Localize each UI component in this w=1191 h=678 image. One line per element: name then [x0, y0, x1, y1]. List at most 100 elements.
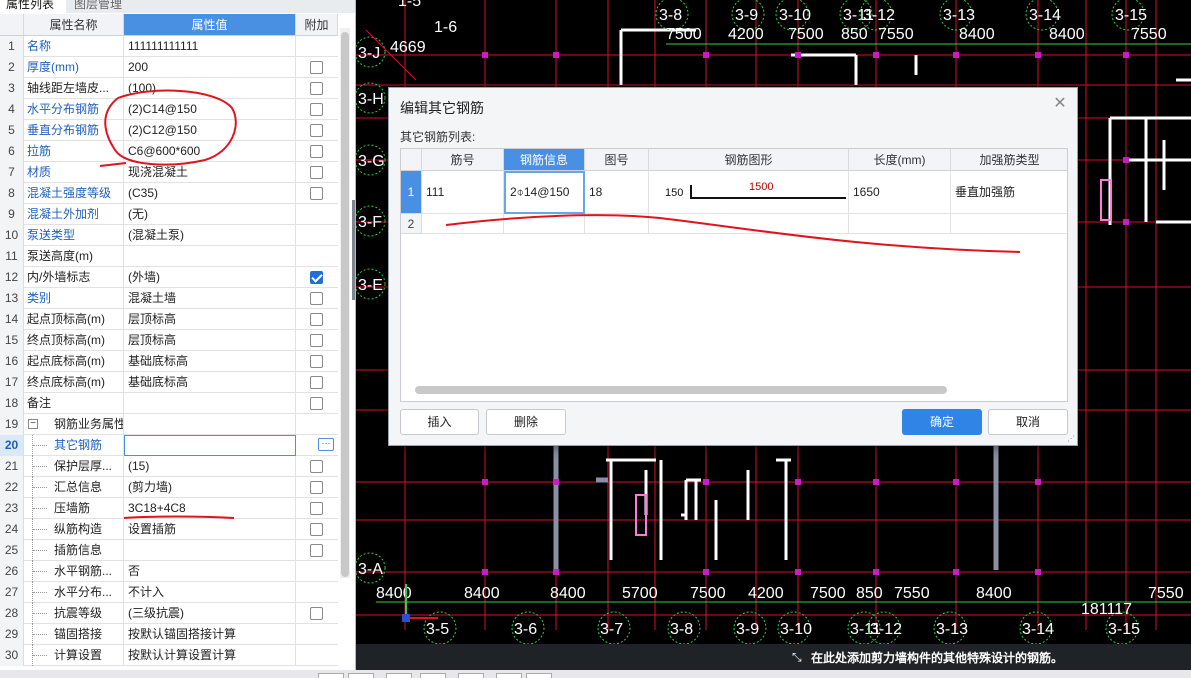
- property-row[interactable]: 16 起点底标高(m) 基础底标高: [0, 351, 338, 372]
- property-value[interactable]: 层顶标高: [124, 309, 296, 330]
- property-value[interactable]: 层顶标高: [124, 330, 296, 351]
- property-row[interactable]: 29 锚固搭接 按默认锚固搭接计算: [0, 624, 338, 645]
- ok-button[interactable]: 确定: [902, 409, 982, 435]
- property-value[interactable]: (15): [124, 456, 296, 477]
- property-value[interactable]: 3C18+4C8: [124, 498, 296, 519]
- toolbar-button[interactable]: [458, 673, 484, 678]
- cell-bar-no[interactable]: [422, 214, 504, 234]
- property-value[interactable]: [124, 246, 296, 267]
- extra-checkbox[interactable]: [310, 523, 323, 536]
- extra-checkbox[interactable]: [310, 481, 323, 494]
- property-row[interactable]: 5 垂直分布钢筋 (2)C12@150: [0, 120, 338, 141]
- cell-length[interactable]: 1650: [849, 171, 951, 214]
- property-value[interactable]: 混凝土墙: [124, 288, 296, 309]
- property-value[interactable]: (2)C14@150: [124, 99, 296, 120]
- panel-scrollbar-thumb[interactable]: [341, 32, 349, 577]
- cell-reinforcement-type[interactable]: 垂直加强筋: [951, 171, 1067, 214]
- cell-reinforcement-type[interactable]: [951, 214, 1067, 234]
- cell-length[interactable]: [849, 214, 951, 234]
- property-row[interactable]: 25 插筋信息: [0, 540, 338, 561]
- property-value[interactable]: 111111111111: [124, 36, 296, 57]
- property-value[interactable]: (剪力墙): [124, 477, 296, 498]
- property-value[interactable]: C6@600*600: [124, 141, 296, 162]
- property-row[interactable]: 11 泵送高度(m): [0, 246, 338, 267]
- property-row[interactable]: 14 起点顶标高(m) 层顶标高: [0, 309, 338, 330]
- extra-checkbox[interactable]: [310, 502, 323, 515]
- property-row[interactable]: 10 泵送类型 (混凝土泵): [0, 225, 338, 246]
- property-value[interactable]: 否: [124, 561, 296, 582]
- property-value[interactable]: 不计入: [124, 582, 296, 603]
- property-row[interactable]: 23 压墙筋 3C18+4C8: [0, 498, 338, 519]
- property-value[interactable]: 设置插筋: [124, 519, 296, 540]
- property-row[interactable]: 27 水平分布... 不计入: [0, 582, 338, 603]
- property-row[interactable]: 8 混凝土强度等级 (C35): [0, 183, 338, 204]
- extra-checkbox[interactable]: [310, 607, 323, 620]
- cell-bar-shape[interactable]: 150 1500: [649, 171, 849, 214]
- close-icon[interactable]: ✕: [1052, 96, 1068, 112]
- property-value[interactable]: (C35): [124, 183, 296, 204]
- tab-property-list[interactable]: 属性列表: [0, 0, 66, 13]
- property-row[interactable]: 7 材质 现浇混凝土: [0, 162, 338, 183]
- property-row[interactable]: 9 混凝土外加剂 (无): [0, 204, 338, 225]
- extra-checkbox[interactable]: [310, 355, 323, 368]
- grid-row-number[interactable]: 1: [401, 171, 422, 214]
- property-row[interactable]: 2 厚度(mm) 200: [0, 57, 338, 78]
- cell-bar-info[interactable]: [504, 214, 585, 234]
- toolbar-button[interactable]: [318, 673, 344, 678]
- grid-row-number[interactable]: 2: [401, 214, 422, 234]
- property-row[interactable]: 20 其它钢筋 ···: [0, 435, 338, 456]
- property-row[interactable]: 18 备注: [0, 393, 338, 414]
- property-value[interactable]: (无): [124, 204, 296, 225]
- extra-checkbox[interactable]: [310, 334, 323, 347]
- extra-checkbox[interactable]: [310, 82, 323, 95]
- property-row[interactable]: 15 终点顶标高(m) 层顶标高: [0, 330, 338, 351]
- resize-grip-icon[interactable]: ⋰: [1067, 435, 1075, 443]
- extra-checkbox[interactable]: [310, 397, 323, 410]
- tab-layer-management[interactable]: 图层管理: [68, 0, 136, 13]
- property-value[interactable]: [124, 393, 296, 414]
- property-row[interactable]: 21 保护层厚... (15): [0, 456, 338, 477]
- extra-checkbox[interactable]: [310, 61, 323, 74]
- property-value[interactable]: (外墙): [124, 267, 296, 288]
- toolbar-button[interactable]: [420, 673, 446, 678]
- property-value[interactable]: 基础底标高: [124, 372, 296, 393]
- toolbar-button[interactable]: [526, 673, 552, 678]
- property-row[interactable]: 3 轴线距左墙皮... (100): [0, 78, 338, 99]
- extra-checkbox[interactable]: [310, 187, 323, 200]
- extra-checkbox[interactable]: [310, 544, 323, 557]
- property-row[interactable]: 28 抗震等级 (三级抗震): [0, 603, 338, 624]
- insert-button[interactable]: 插入: [400, 409, 479, 435]
- toolbar-button[interactable]: [386, 673, 412, 678]
- extra-checkbox[interactable]: [310, 124, 323, 137]
- panel-scrollbar[interactable]: [340, 28, 350, 578]
- extra-checkbox[interactable]: [310, 145, 323, 158]
- cell-bar-shape[interactable]: [649, 214, 849, 234]
- property-row[interactable]: 6 拉筋 C6@600*600: [0, 141, 338, 162]
- property-value[interactable]: (三级抗震): [124, 603, 296, 624]
- cell-figure-no[interactable]: [585, 214, 649, 234]
- property-row[interactable]: 13 类别 混凝土墙: [0, 288, 338, 309]
- cell-bar-info[interactable]: 2⌽14@150: [504, 171, 585, 214]
- property-row[interactable]: 19 钢筋业务属性 −: [0, 414, 338, 435]
- extra-checkbox[interactable]: [310, 376, 323, 389]
- property-row[interactable]: 1 名称 111111111111: [0, 36, 338, 57]
- extra-checkbox[interactable]: [310, 166, 323, 179]
- collapse-icon[interactable]: −: [28, 419, 38, 429]
- extra-checkbox[interactable]: [310, 103, 323, 116]
- toolbar-button[interactable]: [348, 673, 374, 678]
- property-row[interactable]: 30 计算设置 按默认计算设置计算: [0, 645, 338, 666]
- toolbar-button[interactable]: [496, 673, 522, 678]
- property-value[interactable]: 现浇混凝土: [124, 162, 296, 183]
- ellipsis-button[interactable]: ···: [318, 438, 334, 451]
- property-value[interactable]: (混凝土泵): [124, 225, 296, 246]
- property-value[interactable]: 按默认锚固搭接计算: [124, 624, 296, 645]
- extra-checkbox[interactable]: [310, 271, 323, 284]
- property-value[interactable]: 按默认计算设置计算: [124, 645, 296, 666]
- property-value[interactable]: (2)C12@150: [124, 120, 296, 141]
- property-value[interactable]: [124, 414, 296, 435]
- grid-horizontal-scrollbar[interactable]: [415, 386, 947, 394]
- property-value[interactable]: [124, 540, 296, 561]
- property-row[interactable]: 17 终点底标高(m) 基础底标高: [0, 372, 338, 393]
- property-value[interactable]: 200: [124, 57, 296, 78]
- property-value[interactable]: (100): [124, 78, 296, 99]
